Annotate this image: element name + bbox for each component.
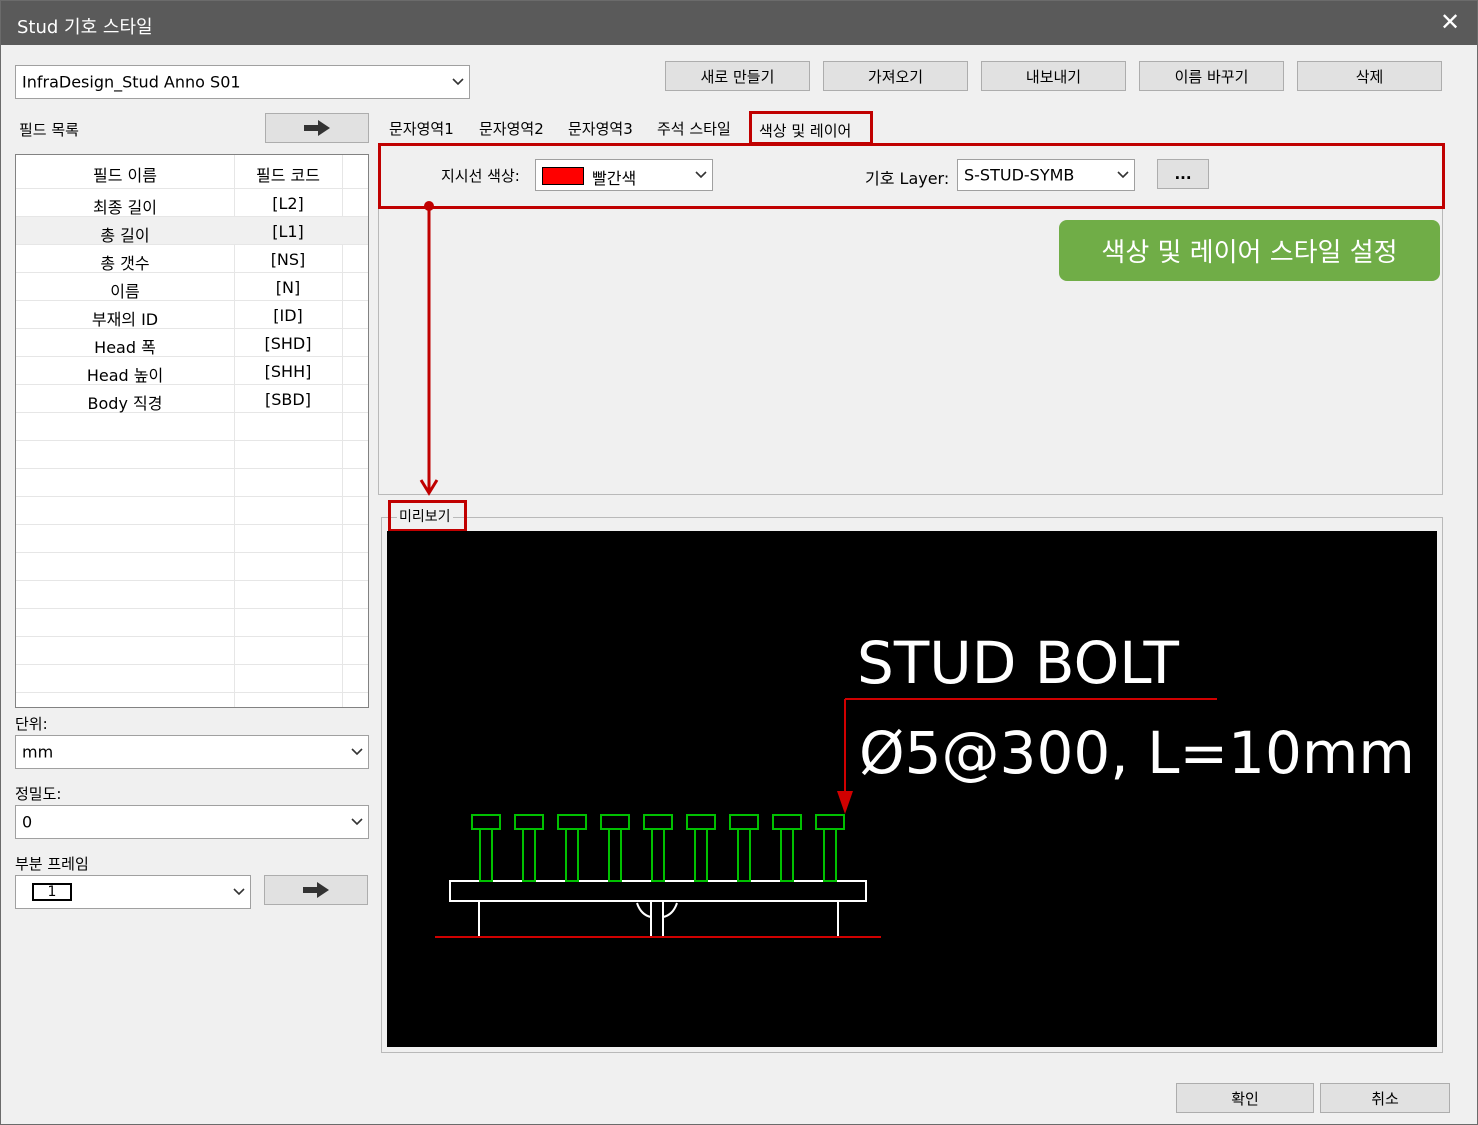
field-code-cell: [SHH] [264, 362, 312, 381]
header-field-name: 필드 이름 [93, 166, 157, 185]
precision-select-value: 0 [22, 812, 33, 832]
layer-select-value: S-STUD-SYMB [964, 165, 1075, 185]
partial-frame-value: 1 [47, 884, 57, 900]
partial-frame-select[interactable]: 1 [15, 875, 251, 909]
field-code-cell: [SBD] [265, 390, 311, 409]
tab-annotation-style[interactable]: 주석 스타일 [657, 118, 731, 139]
apply-frame-button[interactable] [264, 875, 368, 905]
tab-text-area-3[interactable]: 문자영역3 [568, 118, 633, 139]
connector-arrow [419, 201, 439, 496]
leader-color-select[interactable]: 빨간색 [535, 159, 713, 191]
precision-select[interactable]: 0 [15, 805, 369, 839]
field-name-cell: 총 갯수 [100, 254, 150, 273]
layer-select[interactable]: S-STUD-SYMB [957, 159, 1135, 191]
field-name-cell: 총 길이 [100, 226, 150, 245]
style-select[interactable]: InfraDesign_Stud Anno S01 [15, 65, 470, 99]
tab-text-area-1[interactable]: 문자영역1 [389, 118, 454, 139]
stud-bolt [471, 814, 501, 882]
stud-bolt [514, 814, 544, 882]
field-code-cell: [ID] [273, 306, 303, 325]
stud-bolt [686, 814, 716, 882]
arrow-right-icon [303, 882, 329, 898]
stud-drawing: STUD BOLT Ø5@300, L=10mm [435, 629, 1415, 938]
field-code-cell: [L1] [272, 222, 304, 241]
settings-panel [378, 145, 1443, 495]
chevron-down-icon [346, 806, 368, 838]
chevron-down-icon [346, 736, 368, 768]
stud-bolt [815, 814, 845, 882]
partial-frame-label: 부분 프레임 [15, 855, 89, 873]
table-row[interactable]: 부재의 ID [ID] [16, 301, 368, 329]
field-name-cell: 최종 길이 [93, 198, 157, 217]
chevron-down-icon [447, 66, 469, 98]
table-row[interactable]: Head 높이 [SHH] [16, 357, 368, 385]
browse-layer-button[interactable]: ... [1157, 159, 1209, 189]
new-style-button[interactable]: 새로 만들기 [665, 61, 810, 91]
arrow-right-icon [304, 120, 330, 136]
unit-select[interactable]: mm [15, 735, 369, 769]
stud-bolt [729, 814, 759, 882]
ok-button[interactable]: 확인 [1176, 1083, 1314, 1113]
table-row[interactable]: 총 길이 [L1] [16, 217, 368, 245]
preview-spec: Ø5@300, L=10mm [859, 719, 1415, 787]
callout-banner: 색상 및 레이어 스타일 설정 [1059, 220, 1440, 281]
precision-label: 정밀도: [15, 785, 62, 803]
window-title: Stud 기호 스타일 [17, 17, 153, 38]
field-table: 필드 이름 필드 코드 최종 길이 [L2] 총 길이 [L1] 총 갯수 [N… [15, 154, 369, 708]
field-code-cell: [NS] [270, 250, 306, 269]
color-swatch [542, 167, 584, 185]
field-list-label: 필드 목록 [19, 121, 79, 139]
leader-color-value: 빨간색 [592, 169, 637, 188]
field-name-cell: Body 직경 [87, 394, 163, 413]
dialog-window: Stud 기호 스타일 ✕ InfraDesign_Stud Anno S01 … [0, 0, 1478, 1125]
chevron-down-icon [1112, 160, 1134, 190]
table-row[interactable]: Body 직경 [SBD] [16, 385, 368, 413]
table-row[interactable]: Head 폭 [SHD] [16, 329, 368, 357]
rename-button[interactable]: 이름 바꾸기 [1139, 61, 1284, 91]
frame-box-icon: 1 [32, 883, 72, 901]
field-code-cell: [L2] [272, 194, 304, 213]
chevron-down-icon [228, 876, 250, 908]
cancel-button[interactable]: 취소 [1320, 1083, 1450, 1113]
export-button[interactable]: 내보내기 [981, 61, 1126, 91]
stud-bolt [772, 814, 802, 882]
style-select-value: InfraDesign_Stud Anno S01 [22, 72, 241, 92]
field-code-cell: [SHD] [264, 334, 312, 353]
field-name-cell: 부재의 ID [91, 310, 159, 329]
field-code-cell: [N] [275, 278, 301, 297]
field-name-cell: Head 폭 [94, 338, 156, 357]
stud-bolt [557, 814, 587, 882]
preview-title: STUD BOLT [857, 629, 1180, 697]
import-button[interactable]: 가져오기 [823, 61, 968, 91]
field-name-cell: 이름 [110, 282, 140, 301]
table-row[interactable]: 이름 [N] [16, 273, 368, 301]
preview-canvas: STUD BOLT Ø5@300, L=10mm [387, 531, 1437, 1047]
title-bar: Stud 기호 스타일 ✕ [1, 1, 1477, 45]
table-header: 필드 이름 필드 코드 [16, 157, 368, 189]
delete-button[interactable]: 삭제 [1297, 61, 1442, 91]
field-name-cell: Head 높이 [86, 366, 164, 385]
unit-label: 단위: [15, 715, 48, 733]
tab-color-layer[interactable]: 색상 및 레이어 [759, 120, 851, 141]
insert-field-button[interactable] [265, 113, 369, 143]
table-row[interactable]: 총 갯수 [NS] [16, 245, 368, 273]
stud-bolt [600, 814, 630, 882]
table-row[interactable]: 최종 길이 [L2] [16, 189, 368, 217]
unit-select-value: mm [22, 742, 54, 762]
stud-bolts [471, 814, 845, 882]
leader-color-label: 지시선 색상: [441, 167, 520, 185]
header-field-code: 필드 코드 [256, 166, 320, 185]
stud-bolt [643, 814, 673, 882]
tab-text-area-2[interactable]: 문자영역2 [479, 118, 544, 139]
close-icon[interactable]: ✕ [1435, 7, 1465, 37]
chevron-down-icon [690, 160, 712, 190]
preview-label: 미리보기 [397, 506, 453, 526]
layer-label: 기호 Layer: [865, 169, 950, 188]
